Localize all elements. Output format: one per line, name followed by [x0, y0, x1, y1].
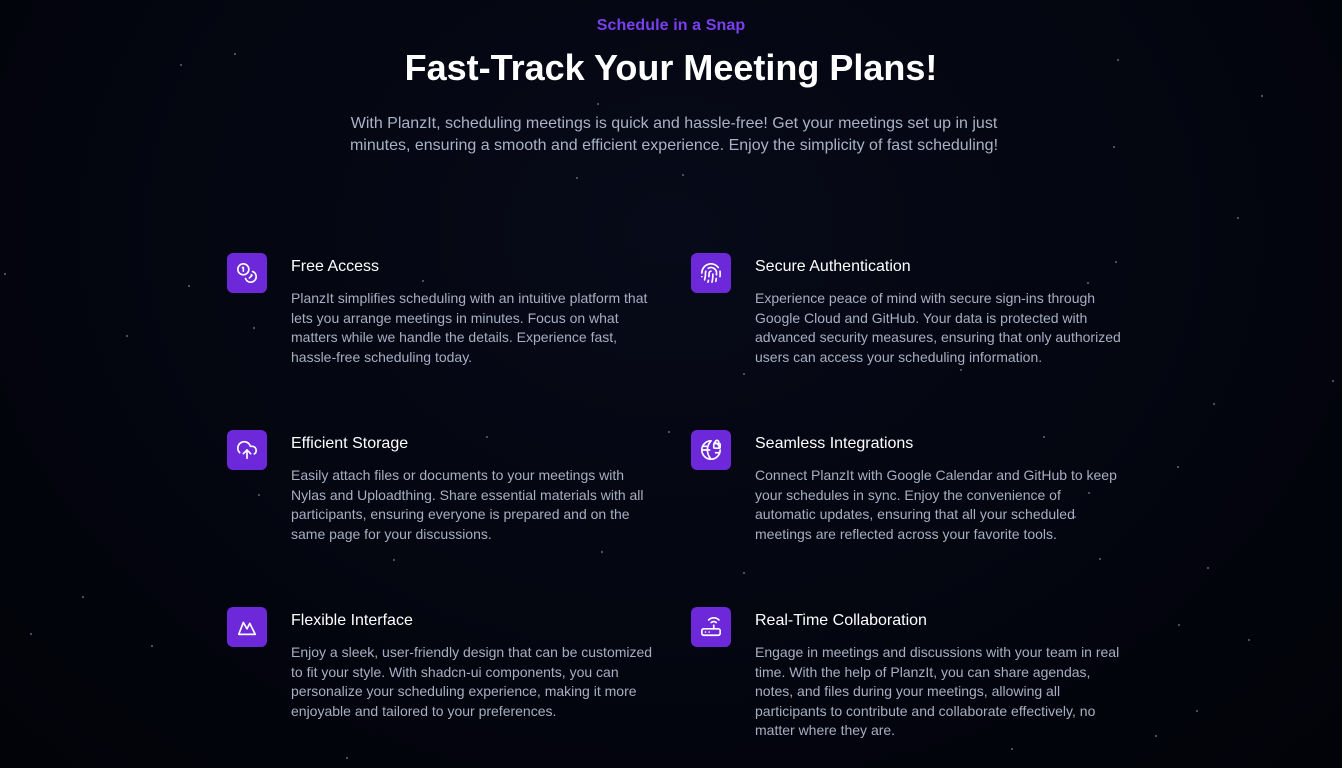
feature-efficient-storage: Efficient Storage Easily attach files or…: [227, 430, 667, 590]
feature-seamless-integrations: Seamless Integrations Connect PlanzIt wi…: [691, 430, 1131, 590]
page-title: Fast-Track Your Meeting Plans!: [404, 47, 938, 88]
feature-title: Free Access: [291, 258, 380, 275]
feature-description: Experience peace of mind with secure sig…: [755, 290, 1121, 365]
globe-lock-icon: [691, 430, 731, 470]
fingerprint-icon: [691, 253, 731, 293]
feature-real-time-collaboration: Real-Time Collaboration Engage in meetin…: [691, 607, 1131, 767]
feature-title: Secure Authentication: [755, 258, 911, 275]
feature-title: Efficient Storage: [291, 435, 409, 452]
features-section: Schedule in a Snap Fast-Track Your Meeti…: [0, 0, 1342, 768]
feature-description: Easily attach files or documents to your…: [291, 467, 644, 542]
feature-description: PlanzIt simplifies scheduling with an in…: [291, 290, 648, 365]
feature-free-access: Free Access PlanzIt simplifies schedulin…: [227, 253, 667, 413]
coins-icon: [227, 253, 267, 293]
router-icon: [691, 607, 731, 647]
feature-description: Enjoy a sleek, user-friendly design that…: [291, 644, 653, 719]
feature-secure-authentication: Secure Authentication Experience peace o…: [691, 253, 1131, 413]
feature-title: Flexible Interface: [291, 612, 413, 629]
feature-title: Seamless Integrations: [755, 435, 914, 452]
mountain-icon: [227, 607, 267, 647]
feature-description: Connect PlanzIt with Google Calendar and…: [755, 467, 1117, 542]
feature-title: Real-Time Collaboration: [755, 612, 927, 629]
feature-flexible-interface: Flexible Interface Enjoy a sleek, user-f…: [227, 607, 667, 767]
page-subtitle: With PlanzIt, scheduling meetings is qui…: [349, 115, 999, 154]
cloud-upload-icon: [227, 430, 267, 470]
eyebrow-label: Schedule in a Snap: [596, 17, 746, 34]
feature-description: Engage in meetings and discussions with …: [755, 644, 1120, 738]
